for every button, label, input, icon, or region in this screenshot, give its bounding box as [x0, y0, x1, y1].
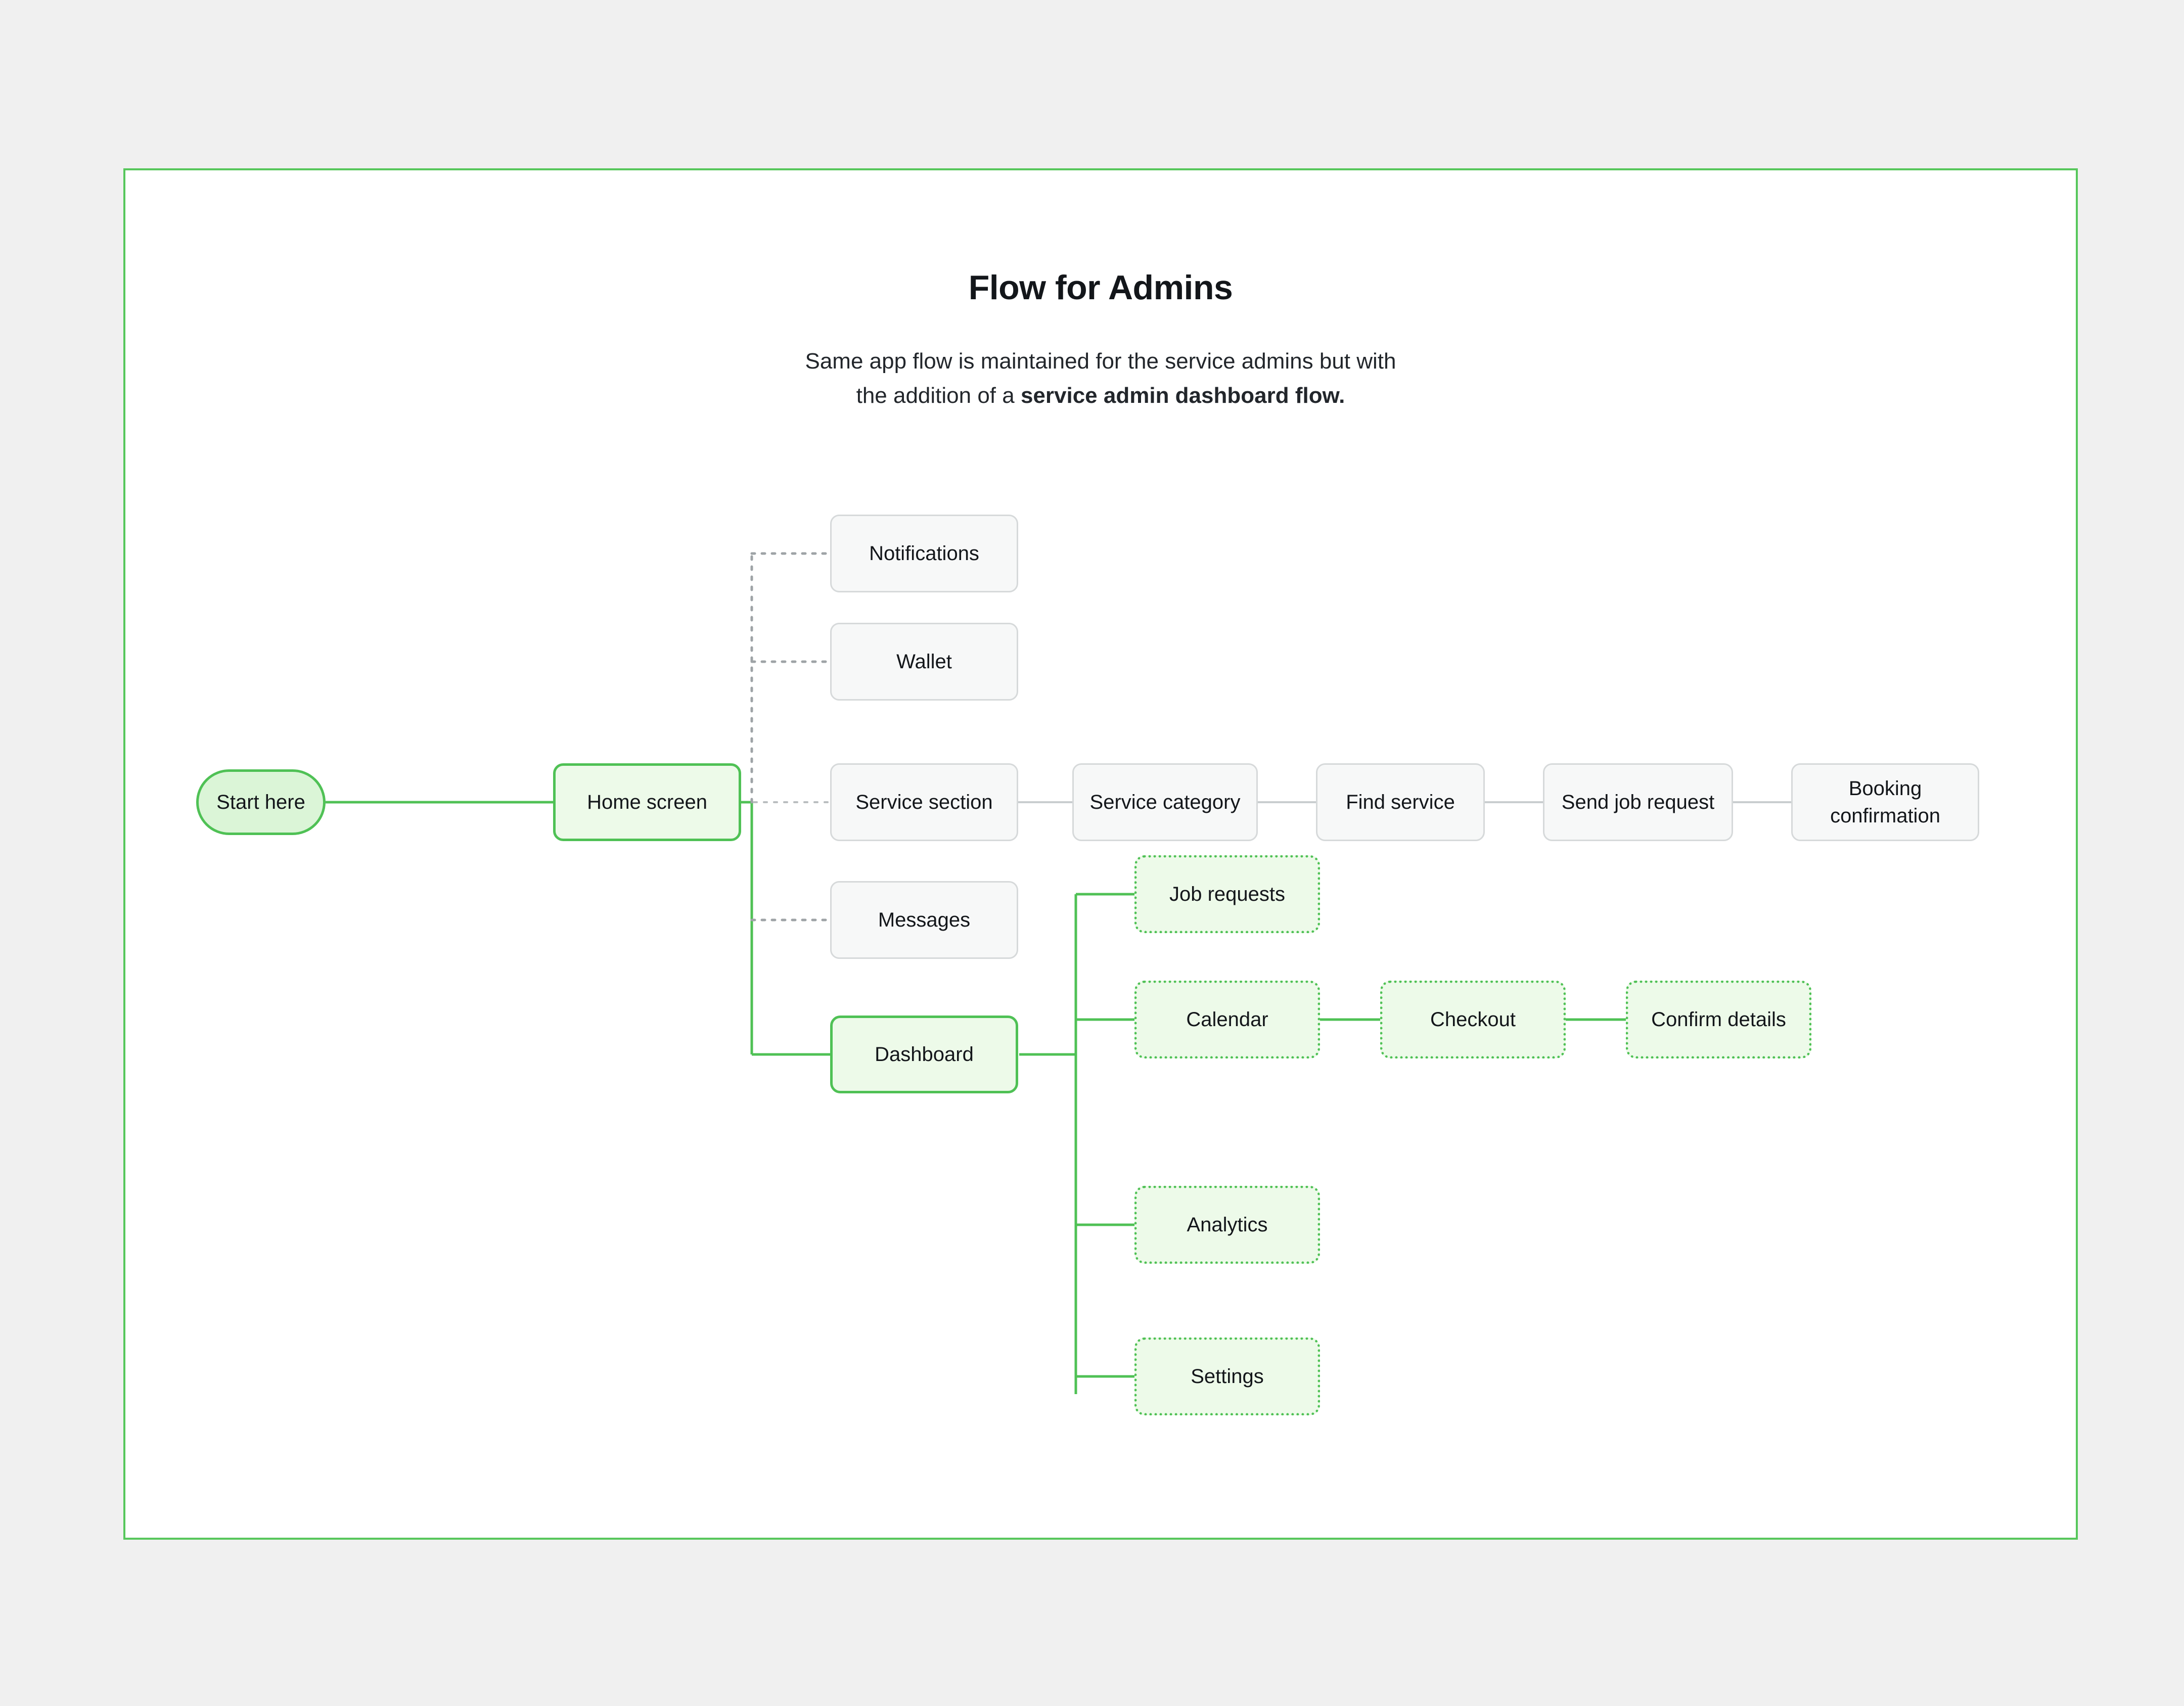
node-notifications-label: Notifications [869, 542, 979, 565]
node-calendar[interactable]: Calendar [1134, 981, 1320, 1058]
node-service-category[interactable]: Service category [1072, 763, 1258, 841]
node-wallet[interactable]: Wallet [830, 623, 1018, 701]
node-find-service[interactable]: Find service [1316, 763, 1485, 841]
node-service-section-label: Service section [855, 791, 993, 813]
node-service-section[interactable]: Service section [830, 763, 1018, 841]
node-send-job-request-label: Send job request [1561, 791, 1715, 813]
node-home-screen[interactable]: Home screen [553, 763, 741, 841]
node-messages[interactable]: Messages [830, 881, 1018, 959]
node-job-requests-label: Job requests [1169, 883, 1286, 905]
node-notifications[interactable]: Notifications [830, 515, 1018, 592]
diagram-canvas-frame: Flow for Admins Same app flow is maintai… [123, 168, 2078, 1540]
node-checkout[interactable]: Checkout [1380, 981, 1566, 1058]
flow-edges [326, 552, 1791, 1394]
node-booking-confirmation-label-line2: confirmation [1830, 805, 1940, 827]
node-analytics[interactable]: Analytics [1134, 1186, 1320, 1264]
node-home-screen-label: Home screen [587, 791, 707, 813]
node-job-requests[interactable]: Job requests [1134, 855, 1320, 933]
node-messages-label: Messages [878, 909, 971, 931]
node-start-here[interactable]: Start here [196, 769, 326, 835]
node-booking-confirmation-label-line1: Booking [1848, 777, 1922, 800]
node-service-category-label: Service category [1089, 791, 1241, 813]
node-checkout-label: Checkout [1430, 1008, 1516, 1031]
node-dashboard[interactable]: Dashboard [830, 1016, 1018, 1093]
flow-diagram: Start here Home screen Notifications Wal… [125, 170, 2080, 1542]
node-wallet-label: Wallet [896, 651, 952, 673]
node-start-here-label: Start here [216, 791, 305, 813]
node-calendar-label: Calendar [1186, 1008, 1268, 1031]
node-settings-label: Settings [1191, 1365, 1264, 1388]
node-confirm-details[interactable]: Confirm details [1626, 981, 1811, 1058]
node-settings[interactable]: Settings [1134, 1338, 1320, 1415]
node-booking-confirmation[interactable]: Booking confirmation [1791, 763, 1979, 841]
node-find-service-label: Find service [1346, 791, 1455, 813]
node-send-job-request[interactable]: Send job request [1543, 763, 1733, 841]
node-confirm-details-label: Confirm details [1651, 1008, 1786, 1031]
node-dashboard-label: Dashboard [875, 1043, 974, 1066]
node-analytics-label: Analytics [1187, 1214, 1268, 1236]
